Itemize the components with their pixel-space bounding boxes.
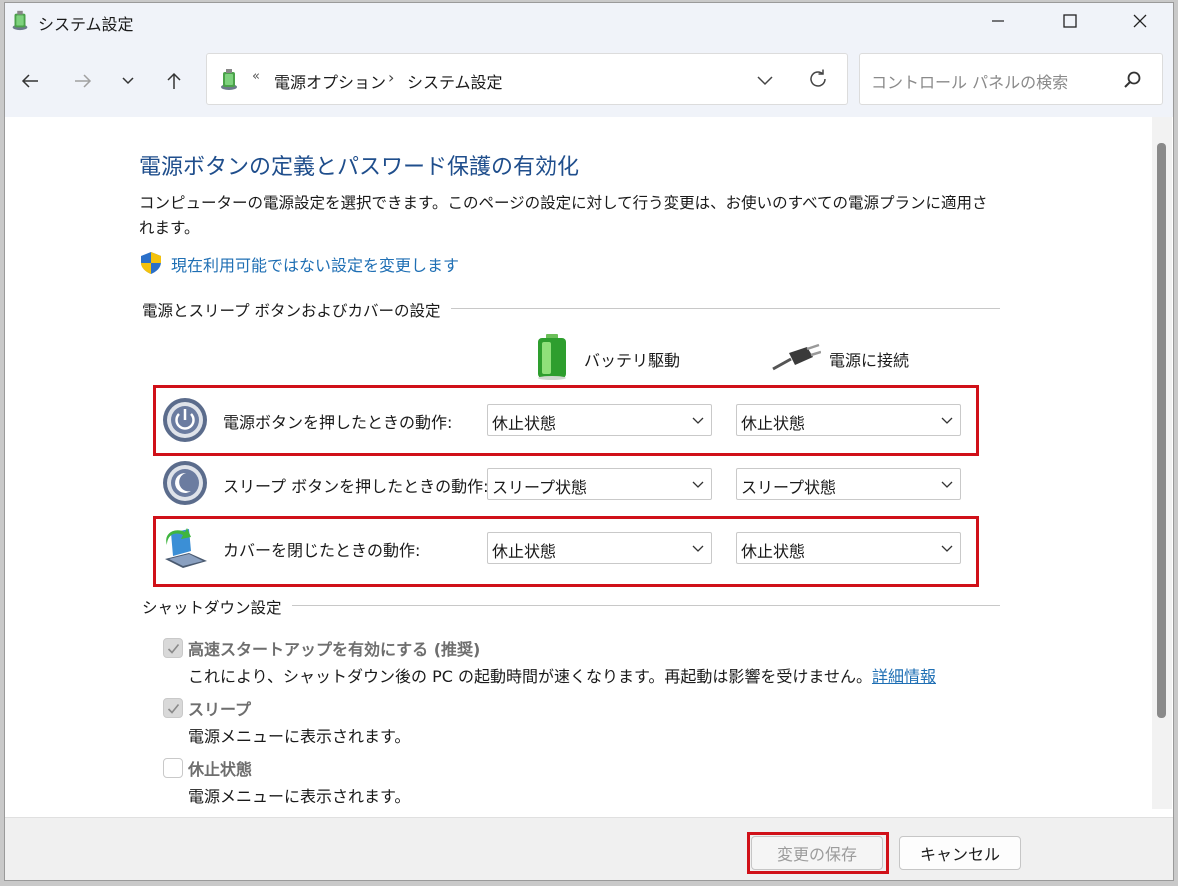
highlight-box <box>747 832 889 874</box>
sleep-button-battery-select[interactable]: スリープ状態 <box>487 468 712 500</box>
selected-value: 休止状態 <box>741 542 806 561</box>
battery-icon <box>538 334 566 380</box>
selected-value: 休止状態 <box>492 542 557 561</box>
title-bar: システム設定 <box>5 3 1173 43</box>
power-button-icon <box>163 398 207 442</box>
chevron-down-icon <box>941 417 953 424</box>
chevron-down-icon <box>692 545 704 552</box>
minimize-button[interactable] <box>963 3 1033 39</box>
sleep-button-icon <box>163 461 207 505</box>
refresh-icon[interactable] <box>807 68 829 90</box>
power-plug-icon <box>772 343 821 371</box>
hibernate-option-description: 電源メニューに表示されます。 <box>188 787 411 806</box>
uac-shield-icon <box>141 252 161 274</box>
fast-startup-description: これにより、シャットダウン後の PC の起動時間が速くなります。再起動は影響を受… <box>188 663 936 687</box>
page-description: コンピューターの電源設定を選択できます。このページの設定に対して行う変更は、お使… <box>139 194 988 237</box>
selected-value: 休止状態 <box>741 414 806 433</box>
lid-close-battery-select[interactable]: 休止状態 <box>487 532 712 564</box>
change-unavailable-settings-link[interactable]: 現在利用可能ではない設定を変更します <box>171 252 459 276</box>
power-section-label: 電源とスリープ ボタンおよびカバーの設定 <box>142 299 451 321</box>
navigation-bar: « 電源オプション › システム設定 コントロール パネルの検索 <box>5 43 1173 117</box>
forward-button[interactable] <box>69 67 97 95</box>
divider <box>275 605 1000 606</box>
sleep-option-label: スリープ <box>188 700 252 719</box>
selected-value: スリープ状態 <box>492 478 588 497</box>
maximize-icon <box>1063 14 1077 28</box>
maximize-button[interactable] <box>1035 3 1105 39</box>
arrow-right-icon <box>75 74 92 88</box>
content-area: 電源ボタンの定義とパスワード保護の有効化 コンピューターの電源設定を選択できます… <box>5 117 1157 817</box>
power-button-action-label: 電源ボタンを押したときの動作: <box>223 413 453 432</box>
battery-column-label: バッテリ駆動 <box>584 351 681 370</box>
shutdown-section-label: シャットダウン設定 <box>142 596 292 618</box>
power-button-battery-select[interactable]: 休止状態 <box>487 404 712 436</box>
chevron-down-icon <box>122 77 134 85</box>
control-panel-power-icon <box>221 69 237 90</box>
laptop-lid-icon <box>165 528 207 568</box>
close-button[interactable] <box>1105 3 1173 39</box>
sleep-button-action-label: スリープ ボタンを押したときの動作: <box>223 477 489 496</box>
chevron-down-icon[interactable] <box>755 70 775 90</box>
search-icon[interactable] <box>1122 70 1142 90</box>
check-icon <box>167 643 180 654</box>
close-icon <box>1133 14 1147 28</box>
search-placeholder: コントロール パネルの検索 <box>871 73 1069 92</box>
breadcrumb-separator: › <box>388 68 395 87</box>
page-title: 電源ボタンの定義とパスワード保護の有効化 <box>139 155 580 180</box>
scrollbar-thumb[interactable] <box>1157 143 1166 718</box>
lid-close-plugged-select[interactable]: 休止状態 <box>736 532 961 564</box>
more-info-link[interactable]: 詳細情報 <box>872 667 936 686</box>
chevron-down-icon <box>941 481 953 488</box>
fast-startup-description-text: これにより、シャットダウン後の PC の起動時間が速くなります。再起動は影響を受… <box>188 667 872 686</box>
search-input[interactable]: コントロール パネルの検索 <box>859 53 1163 105</box>
cancel-button[interactable]: キャンセル <box>899 836 1021 870</box>
breadcrumb-overflow[interactable]: « <box>252 69 260 84</box>
window-title: システム設定 <box>38 15 134 34</box>
minimize-icon <box>992 20 1004 22</box>
up-button[interactable] <box>160 67 188 95</box>
fast-startup-checkbox[interactable] <box>163 638 183 658</box>
lid-close-action-label: カバーを閉じたときの動作: <box>223 541 421 560</box>
breadcrumb-power-options[interactable]: 電源オプション <box>274 69 386 93</box>
divider <box>435 308 1000 309</box>
chevron-down-icon <box>692 417 704 424</box>
chevron-down-icon <box>692 481 704 488</box>
back-button[interactable] <box>16 67 44 95</box>
hibernate-option-label: 休止状態 <box>188 760 253 779</box>
sleep-button-plugged-select[interactable]: スリープ状態 <box>736 468 961 500</box>
chevron-down-icon <box>941 545 953 552</box>
control-panel-power-icon <box>12 10 28 31</box>
selected-value: スリープ状態 <box>741 478 837 497</box>
fast-startup-label: 高速スタートアップを有効にする (推奨) <box>188 640 481 659</box>
vertical-scrollbar[interactable] <box>1152 117 1172 809</box>
footer-bar: 変更の保存 キャンセル <box>5 817 1173 880</box>
check-icon <box>167 703 180 714</box>
system-settings-window: システム設定 « 電源オプション › システム設定 コントロール パネルの検索 … <box>4 2 1174 881</box>
sleep-option-description: 電源メニューに表示されます。 <box>188 727 411 746</box>
arrow-up-icon <box>167 72 181 89</box>
power-button-plugged-select[interactable]: 休止状態 <box>736 404 961 436</box>
plugged-in-column-label: 電源に接続 <box>829 351 910 370</box>
selected-value: 休止状態 <box>492 414 557 433</box>
arrow-left-icon <box>21 74 38 88</box>
breadcrumb-system-settings[interactable]: システム設定 <box>407 69 503 93</box>
recent-locations-button[interactable] <box>114 67 142 95</box>
sleep-checkbox[interactable] <box>163 698 183 718</box>
hibernate-checkbox[interactable] <box>163 758 183 778</box>
address-bar[interactable]: « 電源オプション › システム設定 <box>206 53 848 105</box>
